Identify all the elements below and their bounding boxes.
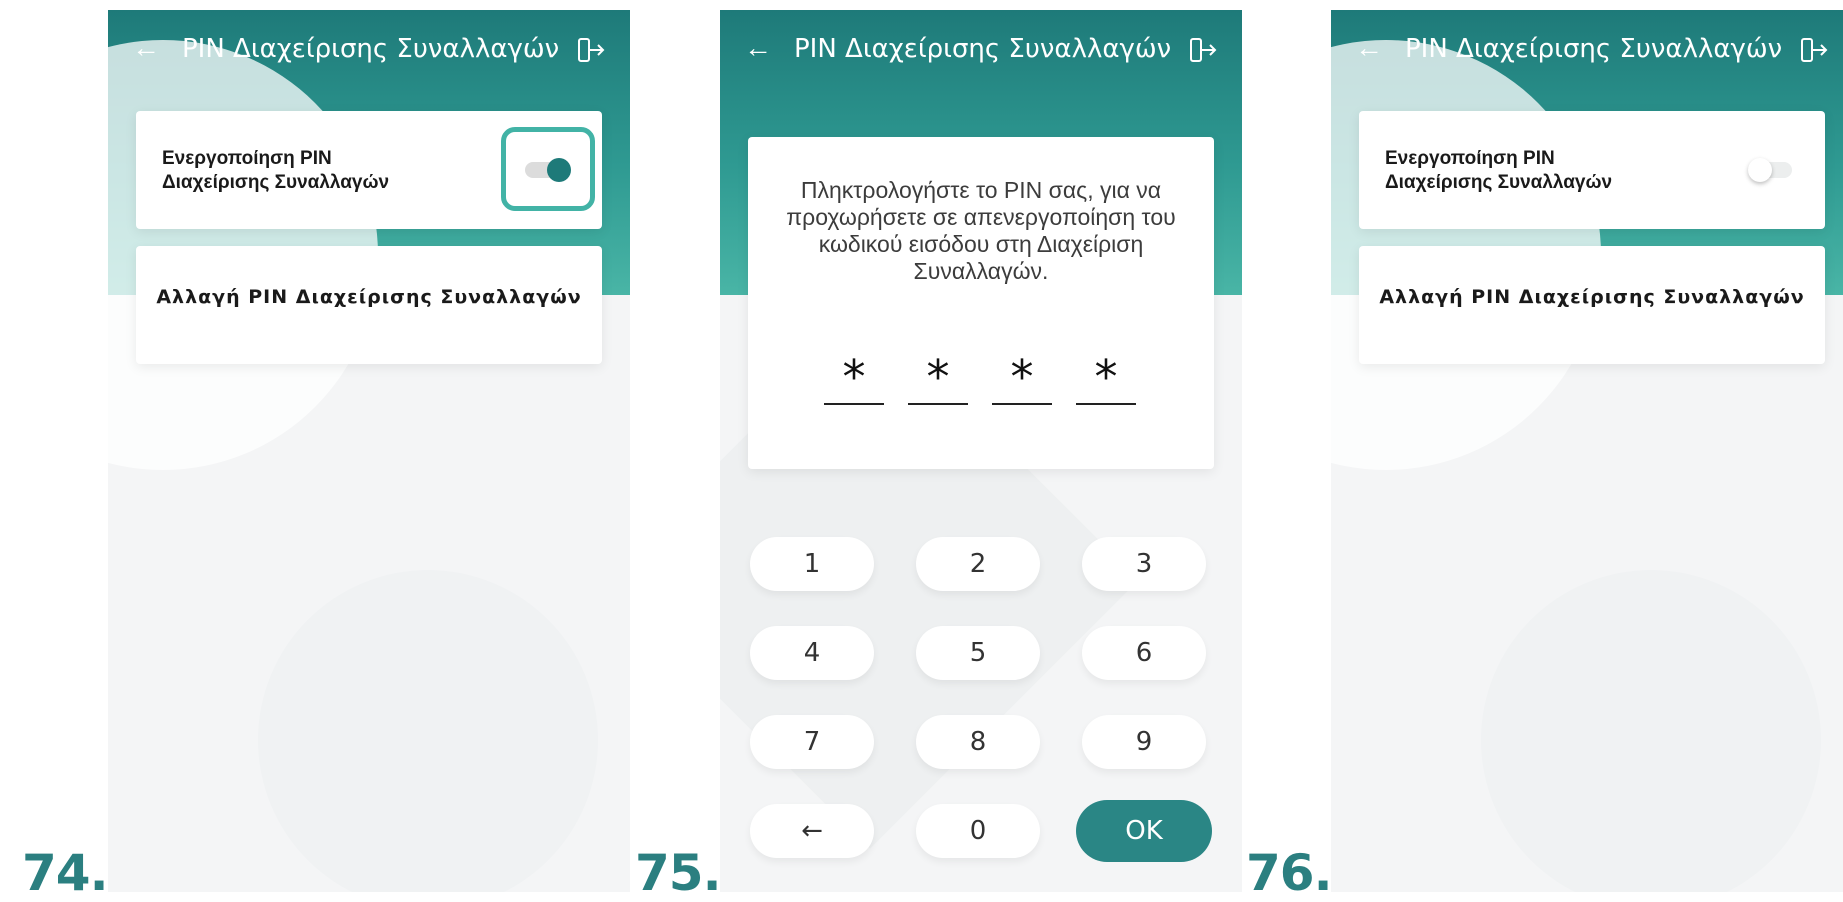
logout-icon[interactable] [576,36,606,64]
back-arrow-icon[interactable]: ← [132,34,160,62]
change-pin-label: Αλλαγή PIN Διαχείρισης Συναλλαγών [1379,286,1805,308]
step-number-75: 75. [635,844,722,902]
pin-entry-card: Πληκτρολογήστε το PIN σας, για να προχωρ… [748,137,1214,469]
app-bar: ← PIN Διαχείρισης Συναλλαγών [720,28,1242,72]
key-2[interactable]: 2 [916,537,1040,591]
pin-toggle-label: Ενεργοποίηση PIN Διαχείρισης Συναλλαγών [1385,147,1645,195]
key-3[interactable]: 3 [1082,537,1206,591]
change-pin-card[interactable]: Αλλαγή PIN Διαχείρισης Συναλλαγών [1359,246,1825,364]
back-arrow-icon[interactable]: ← [744,34,772,62]
logout-icon[interactable] [1188,36,1218,64]
background-watermark [258,570,598,892]
pin-toggle-card: Ενεργοποίηση PIN Διαχείρισης Συναλλαγών [136,111,602,229]
toggle-label-line2: Διαχείρισης Συναλλαγών [1385,172,1613,193]
step-number-74: 74. [22,844,109,902]
backspace-key[interactable]: ← [750,804,874,858]
app-bar: ← PIN Διαχείρισης Συναλλαγών [108,28,630,72]
logout-icon[interactable] [1799,36,1829,64]
key-1[interactable]: 1 [750,537,874,591]
step-number-76: 76. [1246,844,1333,902]
ok-button[interactable]: OK [1076,800,1212,862]
change-pin-card[interactable]: Αλλαγή PIN Διαχείρισης Συναλλαγών [136,246,602,364]
key-7[interactable]: 7 [750,715,874,769]
pin-toggle-card: Ενεργοποίηση PIN Διαχείρισης Συναλλαγών [1359,111,1825,229]
screen-pin-disabled: ← PIN Διαχείρισης Συναλλαγών Ενεργοποίησ… [1331,10,1843,892]
back-arrow-icon[interactable]: ← [1355,34,1383,62]
key-9[interactable]: 9 [1082,715,1206,769]
toggle-label-line2: Διαχείρισης Συναλλαγών [162,172,390,193]
app-bar: ← PIN Διαχείρισης Συναλλαγών [1331,28,1843,72]
pin-digit-2: * [908,347,968,405]
toggle-label-line1: Ενεργοποίηση PIN [1385,148,1555,169]
pin-digit-1: * [824,347,884,405]
switch-knob [547,158,571,182]
key-0[interactable]: 0 [916,804,1040,858]
pin-input[interactable]: * * * * [824,347,1144,407]
key-6[interactable]: 6 [1082,626,1206,680]
screen-pin-enabled: ← PIN Διαχείρισης Συναλλαγών Ενεργοποίησ… [108,10,630,892]
pin-digit-4: * [1076,347,1136,405]
screen-pin-entry: ← PIN Διαχείρισης Συναλλαγών Πληκτρολογή… [720,10,1242,892]
page-title: PIN Διαχείρισης Συναλλαγών [1405,34,1783,64]
page-title: PIN Διαχείρισης Συναλλαγών [794,34,1172,64]
pin-digit-3: * [992,347,1052,405]
switch-knob [1748,158,1772,182]
toggle-label-line1: Ενεργοποίηση PIN [162,148,332,169]
pin-toggle-switch[interactable] [1748,158,1794,182]
pin-prompt-text: Πληκτρολογήστε το PIN σας, για να προχωρ… [786,177,1176,284]
key-5[interactable]: 5 [916,626,1040,680]
pin-toggle-label: Ενεργοποίηση PIN Διαχείρισης Συναλλαγών [162,147,422,195]
background-watermark [1481,570,1821,892]
change-pin-label: Αλλαγή PIN Διαχείρισης Συναλλαγών [156,286,582,308]
pin-toggle-switch[interactable] [525,158,571,182]
key-8[interactable]: 8 [916,715,1040,769]
key-4[interactable]: 4 [750,626,874,680]
page-title: PIN Διαχείρισης Συναλλαγών [182,34,560,64]
